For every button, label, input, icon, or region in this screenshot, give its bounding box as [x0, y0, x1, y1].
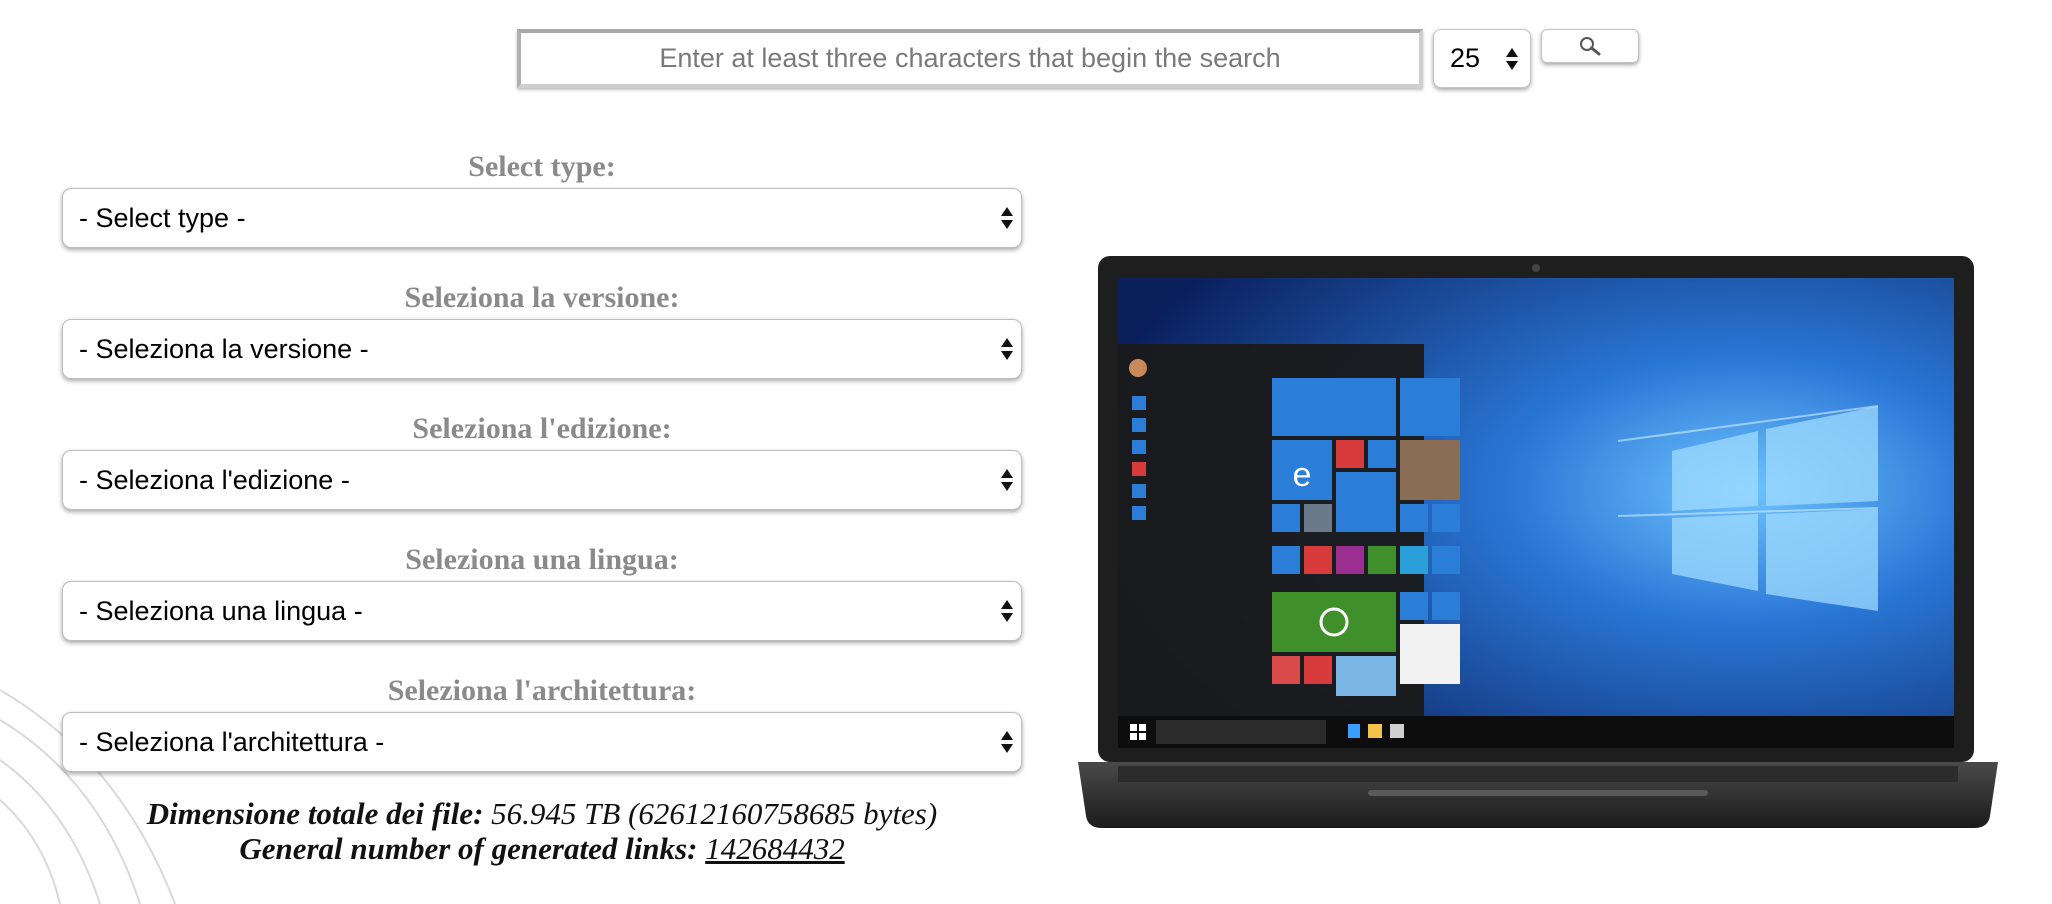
- totals-summary: Dimensione totale dei file: 56.945 TB (6…: [62, 796, 1022, 866]
- generated-links-count[interactable]: 142684432: [705, 831, 845, 866]
- search-bar: 25: [517, 29, 1639, 92]
- edition-label: Seleziona l'edizione:: [412, 412, 672, 445]
- edition-dropdown[interactable]: - Seleziona l'edizione -: [62, 450, 1022, 510]
- results-count-value: 25: [1450, 43, 1481, 73]
- search-icon: [1580, 37, 1601, 56]
- select-arrows-icon: [1506, 47, 1518, 70]
- select-type-dropdown[interactable]: - Select type -: [62, 188, 1022, 248]
- version-label: Seleziona la versione:: [404, 281, 680, 314]
- version-value: - Seleziona la versione -: [79, 333, 369, 364]
- search-input[interactable]: [517, 29, 1423, 88]
- architecture-value: - Seleziona l'architettura -: [79, 726, 385, 757]
- select-arrows-icon: [1001, 600, 1013, 622]
- architecture-label: Seleziona l'architettura:: [387, 674, 697, 707]
- generated-links-line: General number of generated links: 14268…: [62, 831, 1022, 866]
- edition-value: - Seleziona l'edizione -: [79, 464, 350, 495]
- edge-icon: e: [1293, 456, 1312, 494]
- architecture-dropdown[interactable]: - Seleziona l'architettura -: [62, 712, 1022, 772]
- select-arrows-icon: [1001, 338, 1013, 360]
- laptop-windows-image: e: [1078, 256, 1998, 828]
- select-type-label: Select type:: [468, 150, 616, 183]
- language-dropdown[interactable]: - Seleziona una lingua -: [62, 581, 1022, 641]
- select-arrows-icon: [1001, 469, 1013, 491]
- language-label: Seleziona una lingua:: [405, 543, 679, 576]
- select-arrows-icon: [1001, 731, 1013, 753]
- generated-links-label: General number of generated links:: [239, 831, 698, 866]
- total-size-label: Dimensione totale dei file:: [146, 796, 484, 831]
- results-count-select[interactable]: 25: [1433, 29, 1531, 88]
- select-arrows-icon: [1001, 207, 1013, 229]
- search-button[interactable]: [1541, 29, 1639, 63]
- total-size-value: 56.945 TB (62612160758685 bytes): [491, 796, 938, 831]
- version-dropdown[interactable]: - Seleziona la versione -: [62, 319, 1022, 379]
- language-value: - Seleziona una lingua -: [79, 595, 363, 626]
- total-size-line: Dimensione totale dei file: 56.945 TB (6…: [62, 796, 1022, 831]
- select-type-value: - Select type -: [79, 202, 246, 233]
